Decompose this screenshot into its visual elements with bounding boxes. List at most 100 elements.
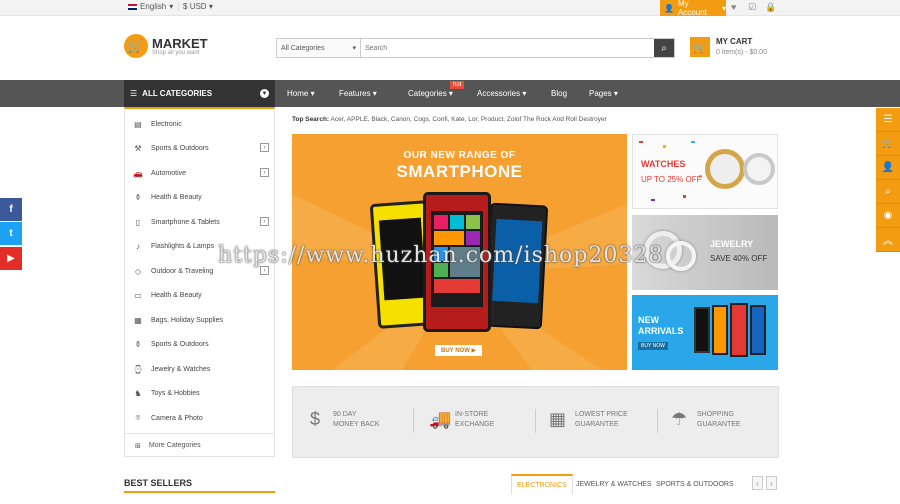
logo-tagline: Shop all you want [152, 49, 200, 56]
rail-cart-button[interactable]: 🛒 [876, 132, 900, 156]
youtube-button[interactable]: ▶ [0, 247, 22, 270]
language-label: English [140, 2, 167, 11]
search-icon: ⌕ [661, 42, 667, 54]
chevron-right-icon: › [260, 143, 269, 152]
feature-money-back: $ 90 DAY MONEY BACK [307, 409, 380, 430]
bag-icon: ▦ [134, 315, 142, 325]
sports-icon: ⚒ [134, 143, 142, 153]
uk-flag-icon [128, 3, 137, 10]
compare-icon[interactable]: ☑ [748, 2, 756, 13]
twitter-button[interactable]: t [0, 222, 22, 245]
watches-banner[interactable]: WATCHES UP TO 25% OFF [632, 134, 778, 209]
sidebar-item-camera-photo[interactable]: ⌾ Camera & Photo [133, 410, 269, 426]
tab-jewelry-watches[interactable]: JEWELRY & WATCHES [571, 474, 657, 494]
mini-cart[interactable]: 🛒 MY CART 0 item(s) - $0.00 [690, 37, 767, 57]
rail-account-button[interactable]: 👤 [876, 156, 900, 180]
double-chevron-up-icon: ︽ [883, 236, 893, 247]
calendar-icon: ▦ [549, 409, 567, 429]
my-account-button[interactable]: 👤 My Account ▾ [660, 0, 726, 17]
truck-icon: 🚚 [429, 409, 452, 429]
best-sellers-heading: BEST SELLERS [124, 478, 193, 488]
sidebar-item-health-beauty-2[interactable]: ▭ Health & Beauty [133, 287, 269, 303]
nav-blog[interactable]: Blog [551, 89, 567, 98]
chevron-right-icon: › [260, 217, 269, 226]
arrivals-line2: ARRIVALS [638, 326, 684, 336]
sidebar-item-jewelry-watches[interactable]: ⌚ Jewelry & Watches [133, 361, 269, 377]
site-logo[interactable]: 🛒 MARKET Shop all you want [124, 34, 208, 58]
feature-line2: MONEY BACK [333, 420, 380, 428]
top-search-links[interactable]: Acer, APPLE, Black, Canon, Cogs, Confi, … [331, 116, 607, 123]
banner-line1: OUR NEW RANGE OF [403, 150, 516, 161]
search-category-select[interactable]: All Categories ▾ [277, 39, 361, 57]
sidebar-item-health-beauty[interactable]: ⚱ Health & Beauty [133, 189, 269, 205]
phone-lineup-image [694, 307, 710, 353]
currency-symbol: $ [183, 2, 188, 11]
tab-sports-outdoors[interactable]: SPORTS & OUTDOORS [651, 474, 739, 494]
watch-icon: ⌚ [133, 364, 143, 374]
watch-image [743, 153, 775, 185]
nav-accessories[interactable]: Accessories ▾ [477, 89, 526, 98]
prev-arrow-button[interactable]: ‹ [752, 476, 763, 490]
chevron-down-icon: ▾ [169, 2, 174, 11]
sidebar-item-label: Outdoor & Traveling [151, 267, 214, 275]
car-icon: 🚗 [133, 168, 143, 178]
buy-now-button[interactable]: BUY NOW ▶ [435, 345, 483, 356]
sidebar-item-label: Toys & Hobbies [151, 389, 200, 397]
nav-categories[interactable]: Categories ▾ [408, 89, 453, 98]
nav-pages[interactable]: Pages ▾ [589, 89, 618, 98]
top-search-label: Top Search: [292, 116, 330, 123]
nav-home[interactable]: Home ▾ [287, 89, 315, 98]
lock-icon[interactable]: 🔒 [765, 2, 776, 13]
features-strip: $ 90 DAY MONEY BACK 🚚 IN-STORE EXCHANGE ▦ … [292, 386, 779, 458]
sidebar-item-label: Automotive [151, 169, 187, 177]
nav-features[interactable]: Features ▾ [339, 89, 377, 98]
plus-icon: ⊞ [135, 442, 141, 450]
chevron-right-icon: › [260, 168, 269, 177]
sidebar-item-label: Bags, Holiday Supplies [151, 316, 223, 324]
sidebar-item-sports-outdoors[interactable]: ⚒ Sports & Outdoors › [133, 140, 269, 156]
currency-selector[interactable]: $ USD ▾ [178, 2, 213, 11]
rail-recent-button[interactable]: ◉ [876, 204, 900, 228]
lamp-icon: ♪ [136, 241, 140, 251]
search-input[interactable] [361, 39, 654, 57]
sidebar-item-toys-hobbies[interactable]: ♞ Toys & Hobbies [133, 385, 269, 401]
hot-badge: hot [450, 81, 465, 89]
tab-electronics[interactable]: ELECTRONICS [511, 474, 573, 494]
sidebar-item-bags-holiday[interactable]: ▦ Bags, Holiday Supplies [133, 312, 269, 328]
search-button[interactable]: ⌕ [654, 39, 674, 57]
sidebar-item-automotive[interactable]: 🚗 Automotive › [133, 165, 269, 181]
search-icon: ⌕ [885, 186, 891, 197]
laptop-icon: ▭ [134, 290, 142, 300]
next-arrow-button[interactable]: › [766, 476, 777, 490]
more-categories-link[interactable]: ⊞ More Categories [125, 433, 274, 457]
feature-shopping-guarantee: ☂ SHOPPING GUARANTEE [671, 409, 741, 430]
watches-title: WATCHES [641, 159, 686, 169]
banner-line2: SMARTPHONE [396, 162, 523, 181]
sidebar-item-smartphone-tablets[interactable]: ▯ Smartphone & Tablets › [133, 214, 269, 230]
all-categories-toggle[interactable]: ☰ ALL CATEGORIES ▼ [124, 80, 275, 107]
arrivals-cta[interactable]: BUY NOW [638, 342, 668, 350]
language-selector[interactable]: English ▾ [128, 2, 173, 11]
sidebar-item-label: Sports & Outdoors [151, 144, 209, 152]
more-categories-label: More Categories [148, 442, 201, 449]
rail-search-button[interactable]: ⌕ [876, 180, 900, 204]
dollar-icon: $ [309, 409, 320, 429]
phone-lineup-image [750, 305, 766, 355]
feature-lowest-price: ▦ LOWEST PRICE GUARANTEE [549, 409, 628, 430]
new-arrivals-banner[interactable]: NEW ARRIVALS BUY NOW [632, 295, 778, 370]
sidebar-item-label: Sports & Outdoors [151, 340, 209, 348]
sidebar-item-sports-outdoors-2[interactable]: ⚱ Sports & Outdoors [133, 336, 269, 352]
facebook-button[interactable]: f [0, 198, 22, 221]
nav-label: Categories [408, 89, 447, 98]
rail-top-button[interactable]: ︽ [876, 228, 900, 252]
chevron-left-icon: ‹ [756, 478, 759, 488]
sidebar-item-electronic[interactable]: ▤ Electronic [133, 116, 269, 132]
cart-logo-icon: 🛒 [124, 34, 148, 58]
rail-categories-button[interactable]: ☰ [876, 108, 900, 132]
top-search-terms: Top Search: Acer, APPLE, Black, Canon, C… [292, 116, 607, 123]
feature-line2: EXCHANGE [455, 420, 495, 428]
phone-lineup-image [712, 305, 728, 355]
heart-icon[interactable]: ♥ [731, 2, 736, 12]
phone-icon: ▯ [135, 217, 141, 227]
chevron-down-icon: ▾ [208, 2, 213, 11]
